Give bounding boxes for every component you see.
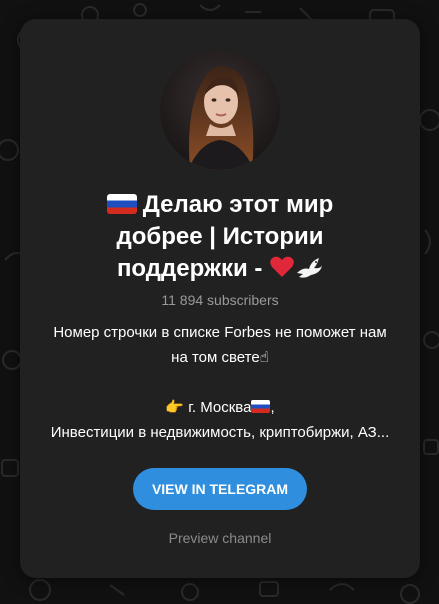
red-heart-icon — [269, 255, 295, 288]
russia-flag-icon — [106, 194, 137, 214]
view-in-telegram-button[interactable]: VIEW IN TELEGRAM — [133, 468, 307, 510]
preview-channel-link[interactable]: Preview channel — [20, 529, 420, 547]
subscriber-count: 11 894 subscribers — [161, 292, 279, 308]
channel-title-line-1: Делаю этот мир — [142, 191, 334, 218]
channel-description: Номер строчки в списке Forbes не поможет… — [34, 320, 406, 445]
backhand-pointing-right-icon: 👉 — [165, 399, 189, 416]
index-pointing-up-icon: ☝ — [259, 349, 269, 366]
channel-card: Делаю этот мир добрее | Истории поддержк… — [20, 19, 420, 578]
channel-title-line-2: добрее | Истории — [116, 223, 324, 250]
description-line-1: Номер строчки в списке Forbes не поможет… — [53, 324, 387, 341]
dove-icon — [295, 256, 323, 288]
description-line-4: Инвестиции в недвижимость, криптобиржи, … — [50, 424, 390, 441]
channel-title-line-3: поддержки - — [116, 255, 263, 282]
description-line-3: г. Москва — [188, 399, 252, 416]
description-line-2: на том свете — [171, 349, 260, 366]
russia-flag-icon — [251, 400, 271, 413]
channel-title: Делаю этот мир добрее | Истории поддержк… — [50, 189, 390, 288]
channel-avatar — [160, 50, 280, 170]
